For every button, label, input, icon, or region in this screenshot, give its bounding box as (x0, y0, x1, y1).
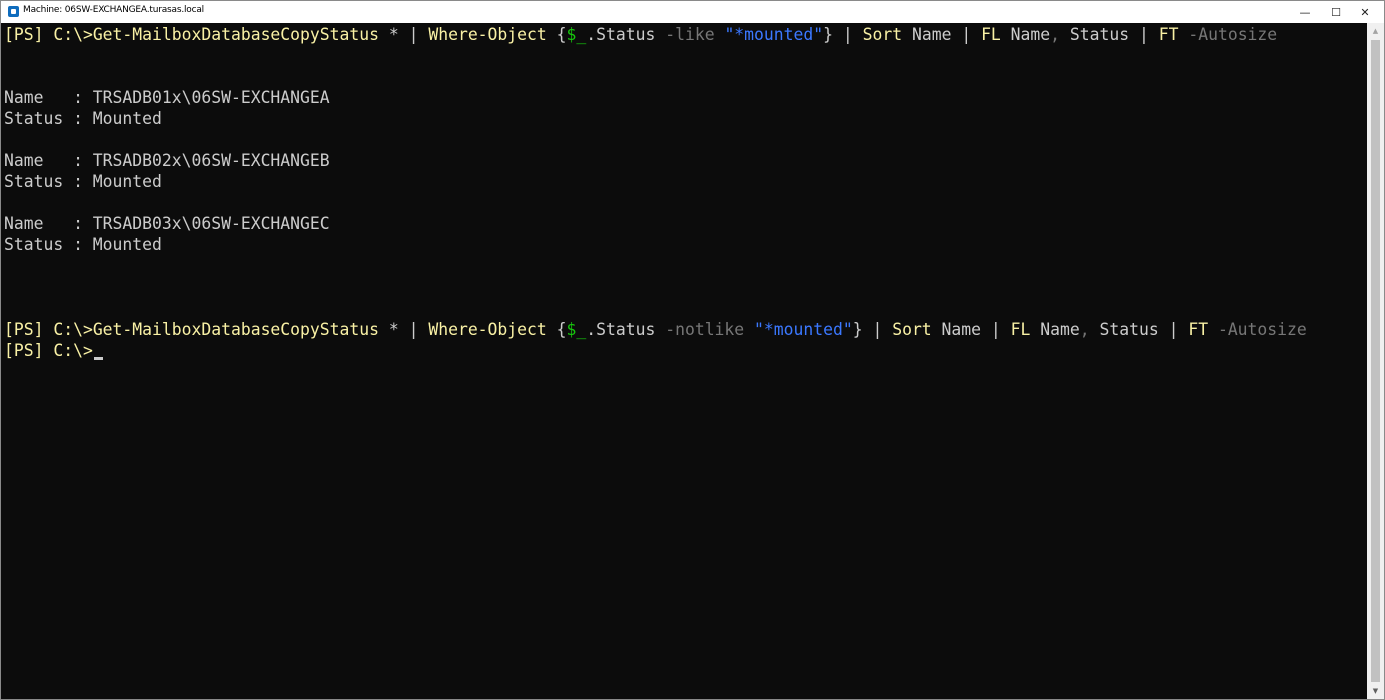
command-line-2: [PS] C:\>Get-MailboxDatabaseCopyStatus *… (4, 319, 1307, 340)
prompt: [PS] C:\> (4, 320, 93, 339)
result-status-line: Status : Mounted (4, 172, 162, 191)
string-literal: "*mounted" (724, 25, 824, 44)
cmdlet: FT (1158, 25, 1179, 44)
pipe: | (862, 320, 893, 339)
argument: Status (1069, 25, 1139, 44)
scroll-down-button[interactable]: ▼ (1367, 683, 1384, 699)
string-literal: "*mounted" (754, 320, 853, 339)
title-bar[interactable]: Machine: 06SW-EXCHANGEA.turasas.local — … (1, 1, 1384, 23)
brace: { (556, 320, 567, 339)
console-output[interactable]: [PS] C:\>Get-MailboxDatabaseCopyStatus *… (1, 23, 1367, 699)
variable: $_ (566, 320, 587, 339)
pipe: | (1168, 320, 1189, 339)
close-icon: ✕ (1360, 5, 1370, 19)
console-app-icon (8, 6, 19, 17)
comma: , (1079, 320, 1100, 339)
cmdlet: Where-Object (428, 320, 557, 339)
argument: Status (1099, 320, 1169, 339)
pipe: | (833, 25, 863, 44)
cmdlet: Where-Object (428, 25, 557, 44)
argument: * (378, 25, 409, 44)
window-title: Machine: 06SW-EXCHANGEA.turasas.local (23, 5, 204, 15)
cmdlet: FL (981, 25, 1001, 44)
argument: Name (1030, 320, 1080, 339)
cmdlet: FL (1010, 320, 1031, 339)
result-status-line: Status : Mounted (4, 235, 162, 254)
variable: $_ (566, 25, 587, 44)
result-name-line: Name : TRSADB03x\06SW-EXCHANGEC (4, 214, 330, 233)
parameter: -Autosize (1178, 25, 1278, 44)
maximize-button[interactable]: ☐ (1321, 1, 1351, 23)
command-line-1: [PS] C:\>Get-MailboxDatabaseCopyStatus *… (4, 24, 1277, 45)
scroll-up-button[interactable]: ▲ (1367, 23, 1384, 39)
minimize-button[interactable]: — (1290, 1, 1320, 23)
prompt: [PS] C:\> (4, 341, 93, 360)
pipe: | (408, 320, 429, 339)
arrow-down-icon: ▼ (1372, 687, 1379, 695)
console-window: Machine: 06SW-EXCHANGEA.turasas.local — … (0, 0, 1385, 700)
pipe: | (1138, 25, 1159, 44)
result-name-line: Name : TRSADB02x\06SW-EXCHANGEB (4, 151, 330, 170)
argument: * (378, 320, 409, 339)
result-status-line: Status : Mounted (4, 109, 162, 128)
pipe: | (408, 25, 429, 44)
current-prompt-line[interactable]: [PS] C:\> (4, 340, 103, 361)
minimize-icon: — (1299, 5, 1311, 19)
brace: } (852, 320, 863, 339)
close-button[interactable]: ✕ (1350, 1, 1380, 23)
cmdlet: FT (1188, 320, 1209, 339)
vertical-scrollbar[interactable]: ▲ ▼ (1367, 23, 1384, 699)
brace: { (556, 25, 567, 44)
property: .Status (586, 320, 666, 339)
property: .Status (586, 25, 666, 44)
cmdlet: Get-MailboxDatabaseCopyStatus (92, 320, 379, 339)
operator: -notlike (665, 320, 755, 339)
scroll-thumb[interactable] (1371, 40, 1380, 682)
pipe: | (961, 25, 982, 44)
result-name-line: Name : TRSADB01x\06SW-EXCHANGEA (4, 88, 330, 107)
operator: -like (665, 25, 725, 44)
text-cursor (93, 357, 103, 360)
argument: Name (902, 25, 962, 44)
pipe: | (990, 320, 1011, 339)
argument: Name (931, 320, 991, 339)
prompt: [PS] C:\> (4, 25, 93, 44)
cmdlet: Sort (892, 320, 932, 339)
arrow-up-icon: ▲ (1372, 27, 1379, 35)
parameter: -Autosize (1208, 320, 1307, 339)
cmdlet: Get-MailboxDatabaseCopyStatus (92, 25, 379, 44)
brace: } (823, 25, 833, 44)
comma: , (1050, 25, 1070, 44)
cmdlet: Sort (862, 25, 903, 44)
argument: Name (1000, 25, 1051, 44)
maximize-icon: ☐ (1331, 5, 1341, 19)
